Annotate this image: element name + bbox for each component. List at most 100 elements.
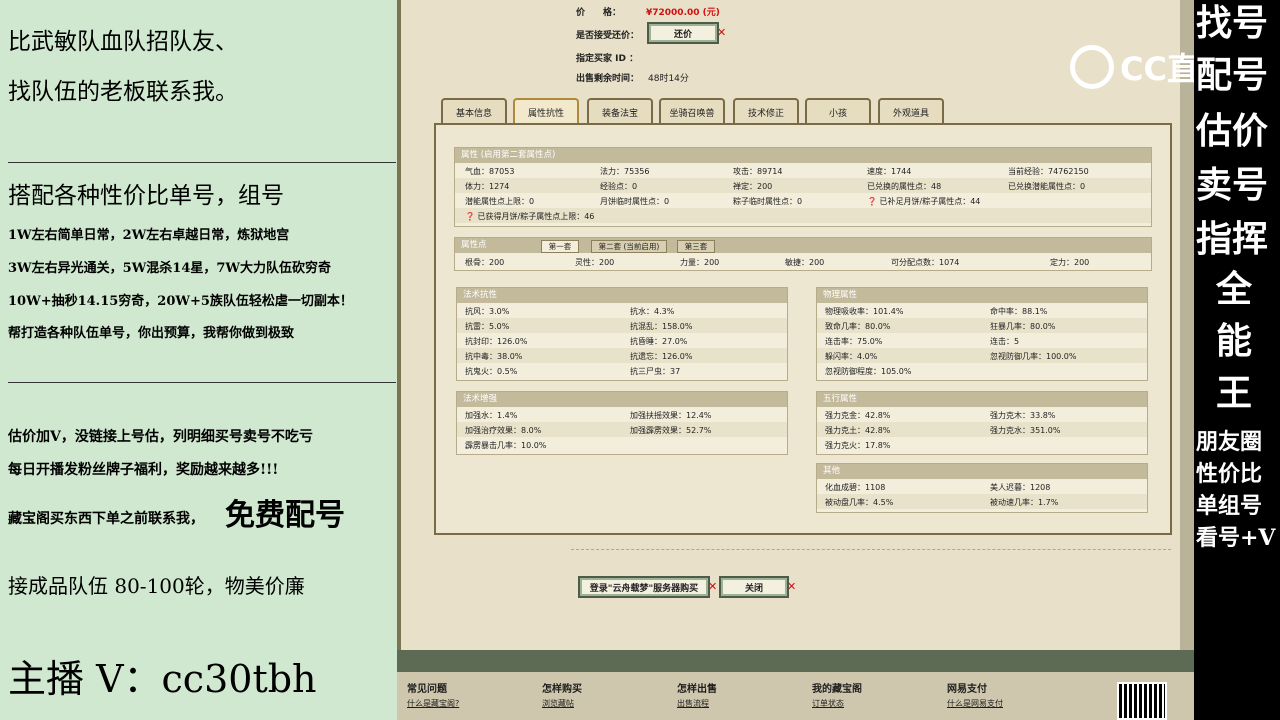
streamer-contact: 主播 V：cc30tbh: [8, 657, 317, 701]
close-icon: ✕: [708, 580, 718, 593]
promo-line-2: 找队伍的老板联系我。: [8, 79, 238, 105]
phys-rage: 狂暴几率：80.0%: [990, 322, 1056, 331]
resist-forget: 抗遗忘：126.0%: [630, 352, 693, 361]
point-spirit: 灵性：200: [575, 258, 615, 267]
vertical-text-5: 指挥: [1196, 218, 1269, 260]
tail-text-1: 朋友圈: [1196, 429, 1263, 455]
five-elements-section: 五行属性 强力克金：42.8% 强力克木：33.8% 强力克土：42.8% 强力…: [816, 391, 1148, 455]
footer-heading-mine: 我的藏宝阁: [812, 684, 862, 695]
footer-link-sell[interactable]: 出售流程: [677, 698, 709, 709]
stat-exchanged-potential: 已兑换潜能属性点：0: [1008, 182, 1086, 191]
other-beauty-twilight: 美人迟暮：1208: [990, 483, 1051, 492]
tab-children[interactable]: 小孩: [805, 98, 871, 125]
attributes-section: 属性 (启用第二套属性点) 气血：87053 法力：75356 攻击：89714…: [454, 147, 1152, 227]
point-strength: 力量：200: [680, 258, 720, 267]
stat-mooncake-temp: 月饼临时属性点：0: [600, 197, 670, 206]
time-left-value: 48时14分: [648, 74, 689, 84]
phys-crit: 致命几率：80.0%: [825, 322, 891, 331]
section-title: 其他: [817, 464, 1147, 479]
promo-line-8: 估价加V，没链接上号估，列明细买号卖号不吃亏: [8, 429, 313, 445]
promo-line-4: 1W左右简单日常，2W左右卓越日常，炼狱地宫: [8, 228, 290, 243]
treasure-pavilion-page: 价 格： ¥72000.00 (元) 是否接受还价： 还价 ✕ 指定买家 ID …: [397, 0, 1194, 720]
phys-combo-rate: 连击率：75.0%: [825, 337, 883, 346]
time-left-label: 出售剩余时间：: [576, 74, 640, 84]
footer-heading-faq: 常见问题: [407, 684, 447, 695]
stat-exp-points: 经验点：0: [600, 182, 638, 191]
boost-thunder-crit: 霹雳暴击几率：10.0%: [465, 441, 547, 450]
stat-exchanged-points: 已兑换的属性点：48: [867, 182, 942, 191]
magic-resistance-section: 法术抗性 抗风：3.0% 抗水：4.3% 抗雷：5.0% 抗混乱：158.0% …: [456, 287, 788, 381]
vertical-text-8: 王: [1216, 372, 1253, 414]
phys-ignore-def-rate: 忽视防御几率：100.0%: [990, 352, 1077, 361]
stat-attack: 攻击：89714: [733, 167, 783, 176]
tab-basic-info[interactable]: 基本信息: [441, 98, 507, 125]
stream-left-panel: 比武敏队血队招队友、 找队伍的老板联系我。 搭配各种性价比单号，组号 1W左右简…: [0, 0, 397, 720]
boost-thunderbolt: 加强霹雳效果：52.7%: [630, 426, 712, 435]
tab-mounts-pets[interactable]: 坐骑召唤兽: [659, 98, 725, 125]
section-title: 五行属性: [817, 392, 1147, 407]
footer-link-pay[interactable]: 什么是网易支付: [947, 698, 1003, 709]
cc-logo-icon: [1070, 45, 1114, 89]
boost-water: 加强水：1.4%: [465, 411, 518, 420]
resist-corpse-worm: 抗三尸虫：37: [630, 367, 681, 376]
promo-line-11: 接成品队伍 80-100轮，物美价廉: [8, 574, 305, 598]
other-blood-to-jade: 化血成碧：1108: [825, 483, 886, 492]
phys-ignore-def-level: 忽视防御程度：105.0%: [825, 367, 912, 376]
subtab-set-3[interactable]: 第三套: [677, 240, 715, 253]
footer-link-buy[interactable]: 浏览藏帖: [542, 698, 574, 709]
subtab-set-1[interactable]: 第一套: [541, 240, 579, 253]
vertical-text-6: 全: [1216, 268, 1253, 310]
tab-equipment[interactable]: 装备法宝: [587, 98, 653, 125]
close-button[interactable]: 关闭: [719, 576, 789, 598]
stat-meditation: 禅定：200: [733, 182, 773, 191]
section-title: 法术抗性: [457, 288, 787, 303]
counter-offer-button[interactable]: 还价: [647, 22, 719, 44]
buyer-id-label: 指定买家 ID ：: [576, 54, 639, 64]
footer-link-orders[interactable]: 订单状态: [812, 698, 844, 709]
stat-potential-cap: 潜能属性点上限：0: [465, 197, 535, 206]
attribute-points-section: 属性点 第一套 第二套 (当前启用) 第三套 根骨：200 灵性：200 力量：…: [454, 237, 1152, 271]
resist-wind: 抗风：3.0%: [465, 307, 510, 316]
phys-combo: 连击：5: [990, 337, 1020, 346]
divider: [8, 162, 396, 163]
login-server-buy-button[interactable]: 登录"云舟载梦"服务器购买: [578, 576, 710, 598]
site-footer: 常见问题 怎样购买 怎样出售 我的藏宝阁 网易支付 什么是藏宝阁? 浏览藏帖 出…: [397, 650, 1194, 720]
point-agility: 敏捷：200: [785, 258, 825, 267]
footer-heading-sell: 怎样出售: [677, 684, 717, 695]
vertical-text-4: 卖号: [1196, 164, 1269, 206]
footer-link-faq[interactable]: 什么是藏宝阁?: [407, 698, 459, 709]
footer-heading-pay: 网易支付: [947, 684, 987, 695]
element-metal: 强力克金：42.8%: [825, 411, 891, 420]
attributes-panel: 属性 (启用第二套属性点) 气血：87053 法力：75356 攻击：89714…: [434, 123, 1172, 535]
resist-chaos: 抗混乱：158.0%: [630, 322, 693, 331]
promo-line-9: 每日开播发粉丝牌子福利，奖励越来越多!!!: [8, 462, 279, 478]
counter-offer-label: 是否接受还价：: [576, 31, 640, 41]
other-passive-speed: 被动速几率：1.7%: [990, 498, 1059, 507]
price-value: ¥72000.00 (元): [646, 8, 720, 18]
boost-heal: 加强治疗效果：8.0%: [465, 426, 542, 435]
element-water: 强力克水：351.0%: [990, 426, 1061, 435]
stat-speed: 速度：1744: [867, 167, 912, 176]
tail-text-3: 单组号: [1196, 493, 1263, 519]
resist-poison: 抗中毒：38.0%: [465, 352, 523, 361]
resist-ghostfire: 抗鬼火：0.5%: [465, 367, 518, 376]
vertical-text-7: 能: [1216, 320, 1253, 362]
stat-mp: 法力：75356: [600, 167, 650, 176]
point-allocatable: 可分配点数：1074: [891, 258, 960, 267]
promo-line-6: 10W+抽秒14.15穷奇，20W+5族队伍轻松虐一切副本！: [8, 294, 353, 309]
other-passive-pan: 被动盘几率：4.5%: [825, 498, 894, 507]
qr-code-icon: [1117, 682, 1167, 720]
element-wood: 强力克木：33.8%: [990, 411, 1056, 420]
stat-points-cap: ❓ 已获得月饼/粽子属性点上限：46: [465, 212, 595, 221]
close-icon: ✕: [787, 580, 797, 593]
vertical-text-2: 配号: [1196, 54, 1269, 96]
tail-text-2: 性价比: [1196, 461, 1263, 487]
subtab-set-2[interactable]: 第二套 (当前启用): [591, 240, 667, 253]
tab-appearance[interactable]: 外观道具: [878, 98, 944, 125]
tab-attributes[interactable]: 属性抗性: [513, 98, 579, 125]
element-fire: 强力克火：17.8%: [825, 441, 891, 450]
promo-free-match: 免费配号: [225, 498, 345, 533]
promo-line-5: 3W左右异光通关，5W混杀14星，7W大力队伍砍穷奇: [8, 261, 332, 276]
tab-skills[interactable]: 技术修正: [733, 98, 799, 125]
boost-fuyao: 加强扶摇效果：12.4%: [630, 411, 712, 420]
